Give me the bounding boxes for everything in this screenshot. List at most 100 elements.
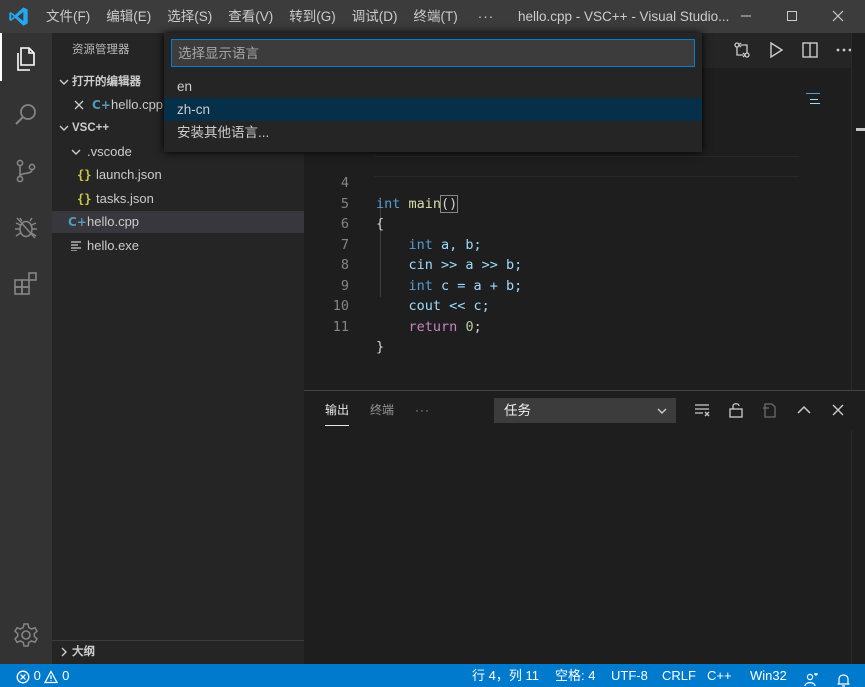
panel-more-button[interactable]: ···	[415, 391, 430, 429]
end-of-line[interactable]: CRLF	[662, 664, 696, 687]
maximize-panel-button[interactable]	[794, 400, 814, 420]
sidebar-title: 资源管理器	[72, 44, 130, 56]
minimize-button[interactable]	[723, 0, 769, 33]
maximize-icon	[787, 11, 797, 21]
source-control-icon	[16, 159, 36, 183]
panel-scrollbar[interactable]	[851, 431, 865, 664]
activity-bar	[0, 33, 52, 664]
chevron-down-icon	[71, 149, 81, 155]
manage-activity-button[interactable]	[0, 609, 52, 661]
scroll-lock-button[interactable]	[726, 400, 746, 420]
close-icon[interactable]	[74, 100, 84, 110]
json-icon: {}	[77, 168, 92, 182]
feedback-icon	[804, 673, 818, 687]
code-line: 7 cin >> a >> b;	[304, 215, 865, 273]
cpp-icon: C+	[68, 215, 87, 229]
tree-item-tasks-json[interactable]: {} tasks.json	[52, 188, 304, 210]
error-icon	[16, 670, 30, 684]
language-option-zh-cn[interactable]: zh-cn	[164, 98, 702, 121]
search-activity-button[interactable]	[0, 89, 52, 141]
cursor-position[interactable]: 行 4，列 11	[472, 664, 539, 687]
close-window-button[interactable]	[815, 0, 861, 33]
chevron-down-icon	[657, 408, 667, 414]
platform-config[interactable]: Win32	[750, 664, 787, 687]
language-quick-pick: en zh-cn 安装其他语言...	[164, 33, 702, 152]
install-other-languages-option[interactable]: 安装其他语言...	[164, 121, 702, 144]
run-button[interactable]	[759, 33, 793, 68]
tab-output[interactable]: 输出	[325, 391, 350, 426]
tab-terminal[interactable]: 终端	[370, 391, 394, 429]
output-channel-select[interactable]: 任务	[494, 398, 676, 423]
menu-terminal[interactable]: 终端(T)	[406, 0, 466, 33]
minimap[interactable]	[804, 91, 824, 109]
code-line: 5 {	[304, 174, 865, 232]
menu-edit[interactable]: 编辑(E)	[98, 0, 159, 33]
notifications-button[interactable]	[836, 668, 851, 687]
maximize-button[interactable]	[769, 0, 815, 33]
clear-output-button[interactable]	[692, 400, 712, 420]
debug-icon	[15, 217, 37, 239]
open-log-button[interactable]	[760, 400, 780, 420]
open-editor-filename: hello.cpp	[111, 97, 164, 112]
tree-item-label: hello.cpp	[87, 214, 140, 229]
editor-scrollbar[interactable]	[851, 33, 865, 390]
close-panel-button[interactable]	[828, 400, 848, 420]
compare-changes-icon	[734, 42, 750, 58]
code-line: 9 cout << c;	[304, 256, 865, 314]
error-count: 0	[33, 668, 41, 683]
code-text: return 0;	[408, 318, 482, 335]
project-label: VSC++	[72, 122, 110, 134]
language-option-en[interactable]: en	[164, 75, 702, 98]
tree-item-launch-json[interactable]: {} launch.json	[52, 164, 304, 186]
tree-item-label: launch.json	[96, 167, 162, 182]
files-icon	[17, 47, 35, 71]
menu-go[interactable]: 转到(G)	[281, 0, 344, 33]
menu-selection[interactable]: 选择(S)	[159, 0, 220, 33]
code-line: 8 int c = a + b;	[304, 235, 865, 293]
editor-toolbar	[725, 33, 865, 68]
problems-indicator[interactable]: 0 0	[16, 664, 69, 687]
extensions-icon	[14, 272, 37, 295]
cpp-icon: C+	[92, 98, 111, 112]
extensions-activity-button[interactable]	[0, 257, 52, 309]
open-editors-label: 打开的编辑器	[72, 76, 141, 88]
menu-view[interactable]: 查看(V)	[220, 0, 281, 33]
minimize-icon	[741, 15, 751, 17]
gear-icon	[14, 623, 38, 647]
status-bar: 0 0 行 4，列 11 空格: 4 UTF-8 CRLF C++ Win32	[0, 664, 865, 687]
feedback-button[interactable]	[804, 668, 819, 687]
explorer-activity-button[interactable]	[0, 33, 52, 85]
outline-header[interactable]: 大纲	[52, 640, 304, 662]
tree-item-hello-exe[interactable]: hello.exe	[52, 235, 304, 257]
source-control-activity-button[interactable]	[0, 145, 52, 197]
vscode-logo-icon	[8, 6, 29, 27]
chevron-up-icon	[797, 405, 811, 414]
tree-item-hello-cpp[interactable]: C+ hello.cpp	[52, 211, 304, 233]
language-mode[interactable]: C++	[707, 664, 732, 687]
menu-more[interactable]: ···	[466, 0, 507, 33]
bell-icon	[837, 674, 850, 687]
code-line: 6 int a, b;	[304, 194, 865, 252]
bottom-panel: 输出 终端 ··· 任务	[304, 390, 865, 664]
chevron-right-icon	[61, 647, 67, 657]
open-changes-button[interactable]	[725, 33, 759, 68]
split-editor-icon	[802, 42, 818, 58]
menu-bar: 文件(F) 编辑(E) 选择(S) 查看(V) 转到(G) 调试(D) 终端(T…	[38, 0, 506, 33]
close-icon	[832, 404, 844, 416]
warning-count: 0	[62, 668, 70, 683]
warning-icon	[44, 669, 59, 683]
menu-file[interactable]: 文件(F)	[38, 0, 98, 33]
menu-debug[interactable]: 调试(D)	[344, 0, 406, 33]
split-editor-button[interactable]	[793, 33, 827, 68]
debug-activity-button[interactable]	[0, 201, 52, 253]
indentation[interactable]: 空格: 4	[555, 664, 595, 687]
play-icon	[770, 41, 784, 59]
title-bar: 文件(F) 编辑(E) 选择(S) 查看(V) 转到(G) 调试(D) 终端(T…	[0, 0, 865, 33]
chevron-down-icon	[59, 79, 69, 85]
unlock-icon	[729, 403, 743, 418]
clear-all-icon	[695, 404, 710, 417]
code-text: }	[376, 339, 385, 356]
language-search-input[interactable]	[171, 39, 695, 67]
encoding[interactable]: UTF-8	[611, 664, 648, 687]
json-icon: {}	[77, 192, 92, 206]
